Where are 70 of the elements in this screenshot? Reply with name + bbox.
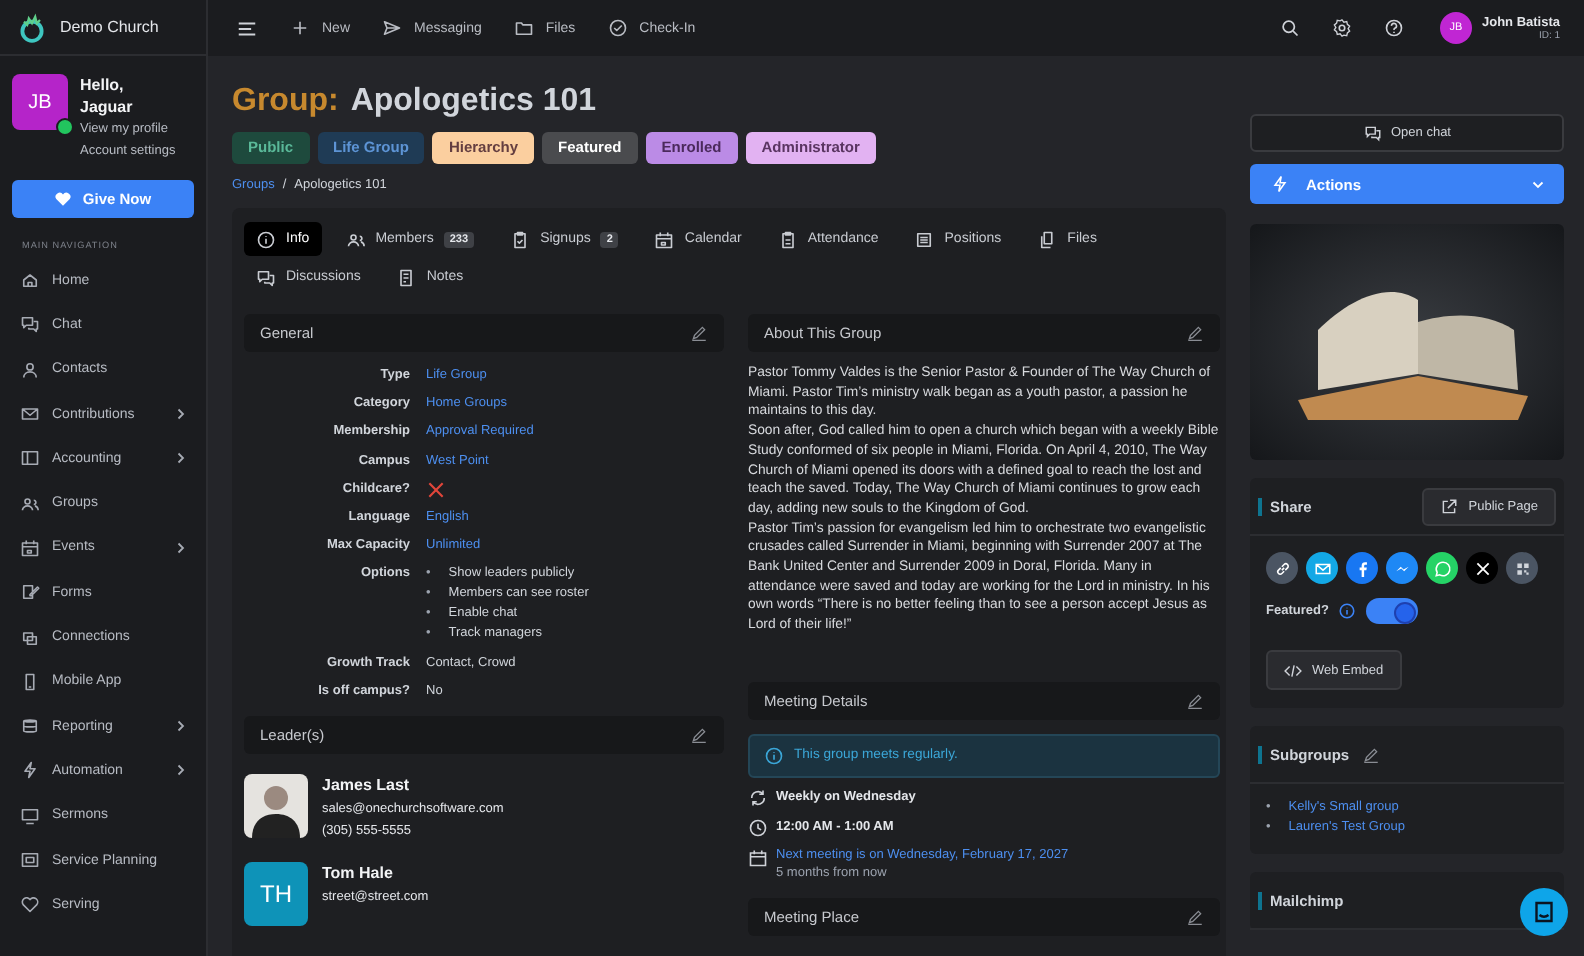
heart-icon [54, 190, 73, 208]
info-icon[interactable] [1338, 602, 1357, 620]
nav-icon [20, 493, 40, 514]
nav-icon [20, 850, 40, 870]
nav-icon [20, 582, 40, 603]
photo-placeholder [244, 773, 308, 838]
nav-icon [20, 359, 40, 380]
action-icon [607, 18, 628, 38]
edit-icon[interactable] [1186, 907, 1204, 926]
user-name: Jaguar [80, 96, 135, 118]
leader-name[interactable]: Tom Hale [322, 861, 429, 886]
email-share-icon[interactable] [1306, 552, 1338, 584]
external-link-icon [1440, 497, 1459, 515]
help-icon[interactable] [1383, 18, 1404, 38]
church-name: Demo Church [60, 18, 159, 36]
action-icon [513, 18, 534, 38]
edit-icon[interactable] [690, 725, 708, 744]
nav-icon [20, 805, 40, 826]
chevron-down-icon [1532, 178, 1544, 190]
action-icon [382, 18, 403, 38]
whatsapp-share-icon[interactable] [1426, 552, 1458, 584]
tab-icon [510, 229, 531, 249]
action-icon [290, 18, 310, 38]
info-icon [764, 745, 784, 766]
leader-name[interactable]: James Last [322, 773, 504, 798]
title-prefix: Group: [232, 82, 339, 122]
search-icon[interactable] [1279, 18, 1300, 38]
edit-icon[interactable] [690, 324, 708, 342]
tab-icon [654, 229, 675, 249]
featured-toggle[interactable] [1366, 598, 1419, 624]
flame-logo-icon [16, 11, 48, 43]
chat-launcher-button[interactable] [1520, 888, 1568, 936]
nav-icon [20, 448, 40, 469]
qr-code-icon[interactable] [1506, 552, 1538, 584]
group-title: Apologetics 101 [350, 82, 597, 122]
nav-icon [20, 627, 40, 648]
nav-icon [20, 270, 40, 291]
menu-icon[interactable] [236, 17, 258, 39]
user-avatar: JB [12, 74, 68, 130]
x-share-icon[interactable] [1466, 552, 1498, 584]
tab-icon [396, 267, 417, 287]
nav-icon [20, 404, 40, 425]
settings-icon[interactable] [1331, 18, 1352, 38]
tab-icon [777, 229, 798, 249]
nav-icon [20, 760, 40, 781]
code-icon [1284, 661, 1302, 679]
tab-icon [914, 229, 935, 249]
calendar-icon [748, 847, 768, 868]
nav-icon [20, 894, 40, 915]
greeting-text: Hello, [80, 74, 126, 96]
nav-icon [20, 716, 40, 737]
lightning-icon [1270, 174, 1290, 194]
messenger-share-icon[interactable] [1386, 552, 1418, 584]
link-share-icon[interactable] [1266, 552, 1298, 584]
edit-icon[interactable] [1361, 745, 1380, 763]
nav-icon [20, 314, 40, 335]
tab-icon [256, 229, 276, 249]
nav-icon [20, 671, 40, 692]
nav-icon [20, 537, 40, 558]
leader-avatar: TH [244, 861, 308, 926]
chat-icon [1363, 124, 1381, 142]
edit-icon[interactable] [1186, 691, 1204, 710]
edit-icon[interactable] [1186, 324, 1204, 342]
tab-icon [256, 267, 276, 287]
repeat-icon [748, 787, 768, 808]
tab-icon [345, 229, 366, 249]
chat-icon [1532, 900, 1556, 924]
clock-icon [748, 817, 768, 838]
facebook-share-icon[interactable] [1346, 552, 1378, 584]
tab-icon [1037, 229, 1058, 249]
